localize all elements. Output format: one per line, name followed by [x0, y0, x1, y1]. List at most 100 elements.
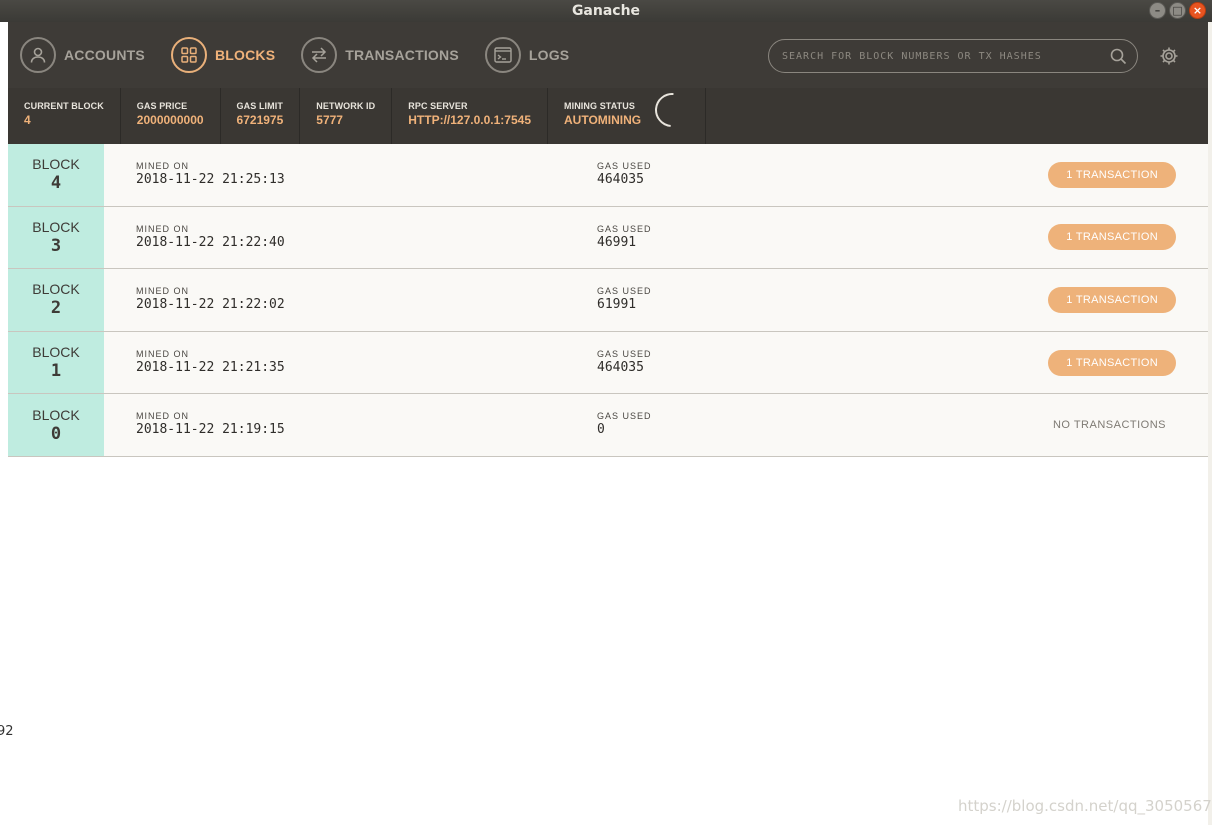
block-number: 4 [50, 173, 62, 194]
stat-gas-price: GAS PRICE 2000000000 [121, 88, 221, 144]
gas-used-cell: GAS USED 46991 [597, 207, 897, 269]
no-transactions-label: NO TRANSACTIONS [1052, 419, 1166, 432]
stat-label: NETWORK ID [316, 101, 376, 111]
mined-on-label: MINED ON [136, 161, 189, 171]
gas-used-value: 61991 [597, 297, 637, 313]
background-window-edge [1208, 22, 1212, 825]
search-box [768, 39, 1138, 73]
gas-used-label: GAS USED [597, 411, 652, 422]
stat-network-id: NETWORK ID 5777 [300, 88, 393, 144]
tx-count-badge[interactable]: 1 TRANSACTION [1048, 224, 1176, 251]
gas-used-value: 46991 [597, 234, 637, 250]
tx-cell: 1 TRANSACTION [897, 269, 1208, 331]
search-icon[interactable] [1103, 41, 1133, 71]
block-word: BLOCK [32, 218, 80, 235]
stat-value: HTTP://127.0.0.1:7545 [408, 113, 531, 127]
stat-value: AUTOMINING [564, 113, 642, 127]
mining-spinner-icon [648, 86, 697, 134]
stat-value: 5777 [316, 113, 343, 127]
block-row[interactable]: BLOCK 4 MINED ON 2018-11-22 21:25:13 GAS… [8, 144, 1208, 207]
status-bar: CURRENT BLOCK 4 GAS PRICE 2000000000 GAS… [8, 86, 1208, 144]
app-header: ACCOUNTS BLOCKS TRANSACTIONS LOGS [8, 22, 1208, 88]
stat-value: 6721975 [236, 113, 284, 127]
window-controls: – □ × [1149, 2, 1206, 19]
block-id-cell: BLOCK 4 [8, 144, 104, 206]
block-word: BLOCK [32, 281, 80, 298]
tx-cell: 1 TRANSACTION [897, 332, 1208, 394]
nav-logs-label: LOGS [528, 47, 570, 63]
stat-label: CURRENT BLOCK [24, 101, 104, 111]
nav-accounts[interactable]: ACCOUNTS [20, 37, 145, 73]
block-row[interactable]: BLOCK 2 MINED ON 2018-11-22 21:22:02 GAS… [8, 269, 1208, 332]
block-number: 3 [50, 235, 62, 256]
gas-used-cell: GAS USED 61991 [597, 269, 897, 331]
search-input[interactable] [782, 50, 1103, 62]
mined-on-value: 2018-11-22 21:22:02 [136, 297, 285, 313]
gas-used-cell: GAS USED 0 [597, 394, 897, 456]
minimize-icon[interactable]: – [1149, 2, 1166, 19]
close-icon[interactable]: × [1189, 2, 1206, 19]
tx-cell: 1 TRANSACTION [897, 207, 1208, 269]
block-row[interactable]: BLOCK 1 MINED ON 2018-11-22 21:21:35 GAS… [8, 331, 1208, 395]
mined-on-label: MINED ON [136, 348, 189, 359]
block-word: BLOCK [32, 344, 80, 361]
mined-on-value: 2018-11-22 21:22:40 [136, 234, 285, 250]
gas-used-value: 464035 [597, 172, 644, 187]
block-word: BLOCK [32, 406, 80, 423]
gas-used-value: 0 [597, 422, 605, 438]
stat-label: MINING STATUS [564, 101, 635, 111]
user-icon [20, 37, 56, 73]
gas-used-value: 464035 [597, 359, 644, 375]
tx-count-badge[interactable]: 1 TRANSACTION [1048, 286, 1176, 313]
blocks-list: BLOCK 4 MINED ON 2018-11-22 21:25:13 GAS… [8, 144, 1208, 457]
gas-used-cell: GAS USED 464035 [597, 144, 897, 206]
tx-cell: NO TRANSACTIONS [897, 394, 1208, 456]
watermark: https://blog.csdn.net/qq_30505673 [958, 797, 1212, 815]
stat-label: RPC SERVER [408, 101, 468, 111]
mined-on-cell: MINED ON 2018-11-22 21:22:40 [104, 207, 597, 269]
block-id-cell: BLOCK 3 [8, 206, 104, 269]
block-row[interactable]: BLOCK 0 MINED ON 2018-11-22 21:19:15 GAS… [8, 394, 1208, 457]
gas-used-label: GAS USED [597, 348, 652, 359]
nav-accounts-label: ACCOUNTS [64, 47, 145, 63]
stat-value: 4 [24, 113, 31, 127]
mined-on-cell: MINED ON 2018-11-22 21:22:02 [104, 269, 597, 331]
block-id-cell: BLOCK 1 [8, 331, 104, 394]
mined-on-cell: MINED ON 2018-11-22 21:19:15 [104, 394, 597, 456]
window-title: Ganache [571, 3, 641, 19]
block-word: BLOCK [32, 156, 80, 173]
desktop-background-left: 92 [0, 22, 14, 825]
block-row[interactable]: BLOCK 3 MINED ON 2018-11-22 21:22:40 GAS… [8, 206, 1208, 270]
gear-icon[interactable] [1158, 45, 1180, 67]
mined-on-label: MINED ON [136, 286, 189, 297]
window-titlebar: Ganache – □ × [0, 0, 1212, 22]
main-nav: ACCOUNTS BLOCKS TRANSACTIONS LOGS [20, 37, 595, 73]
nav-logs[interactable]: LOGS [484, 37, 570, 73]
block-id-cell: BLOCK 0 [8, 394, 104, 456]
tx-cell: 1 TRANSACTION [897, 144, 1208, 206]
tx-count-badge[interactable]: 1 TRANSACTION [1048, 349, 1176, 376]
mined-on-label: MINED ON [136, 223, 189, 234]
gas-used-label: GAS USED [597, 161, 652, 171]
stat-mining-status: MINING STATUS AUTOMINING [548, 86, 707, 144]
maximize-icon[interactable]: □ [1169, 2, 1186, 19]
tx-count-badge[interactable]: 1 TRANSACTION [1048, 161, 1176, 188]
block-id-cell: BLOCK 2 [8, 269, 104, 331]
gas-used-label: GAS USED [597, 223, 652, 234]
blocks-grid-icon [170, 37, 207, 73]
desktop-text-fragment: 92 [0, 724, 14, 739]
mined-on-label: MINED ON [136, 411, 189, 422]
nav-blocks-label: BLOCKS [214, 47, 276, 63]
gas-used-cell: GAS USED 464035 [597, 332, 897, 394]
block-number: 2 [50, 298, 62, 319]
mined-on-cell: MINED ON 2018-11-22 21:21:35 [104, 332, 597, 394]
nav-transactions[interactable]: TRANSACTIONS [301, 37, 459, 73]
nav-blocks[interactable]: BLOCKS [170, 37, 276, 73]
swap-arrows-icon [301, 37, 338, 73]
mined-on-value: 2018-11-22 21:21:35 [136, 359, 285, 375]
block-number: 0 [50, 423, 62, 444]
mined-on-cell: MINED ON 2018-11-22 21:25:13 [104, 144, 597, 206]
stat-current-block: CURRENT BLOCK 4 [8, 88, 121, 144]
stat-gas-limit: GAS LIMIT 6721975 [221, 88, 301, 144]
stat-rpc-server: RPC SERVER HTTP://127.0.0.1:7545 [392, 88, 548, 144]
